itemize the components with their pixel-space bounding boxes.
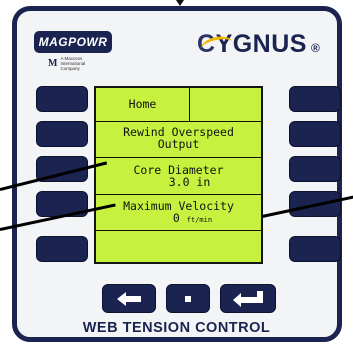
softkey-right-3[interactable]	[289, 156, 341, 182]
magpowr-logo: MAGPOWR	[34, 31, 112, 53]
registered-mark: ®	[310, 41, 320, 55]
softkey-right-5[interactable]	[289, 236, 341, 262]
lcd-screen: Home Rewind Overspeed Output Core Diamet…	[94, 86, 263, 264]
divider	[96, 121, 261, 122]
pointer-notch	[176, 0, 184, 6]
divider	[96, 230, 261, 231]
max-velocity-unit: ft/min	[186, 216, 213, 224]
softkey-right-2[interactable]	[289, 121, 341, 147]
menu-item-rewind-overspeed[interactable]: Rewind Overspeed Output	[96, 126, 261, 150]
menu-item-core-diameter[interactable]: Core Diameter 3.0 in	[96, 164, 261, 188]
enter-button[interactable]	[220, 284, 276, 313]
cygnus-logo: CYGNUS ®	[197, 30, 320, 59]
divider	[96, 157, 261, 158]
enter-icon	[233, 290, 263, 307]
footer-title: WEB TENSION CONTROL	[82, 320, 271, 336]
max-velocity-value: 0	[172, 211, 180, 225]
divider	[96, 194, 261, 195]
maxcess-tagline: A Maxcess International Company	[60, 56, 86, 71]
center-button[interactable]	[166, 284, 210, 313]
menu-item-maximum-velocity[interactable]: Maximum Velocity 0 ft/min	[96, 200, 261, 226]
maxcess-logo: M A Maxcess International Company	[48, 56, 92, 71]
menu-item-sublabel: Output	[157, 137, 200, 151]
softkey-left-1[interactable]	[36, 86, 88, 112]
softkey-left-5[interactable]	[36, 236, 88, 262]
home-menu-item[interactable]: Home	[96, 88, 190, 121]
max-velocity-readout: 0 ft/min	[96, 212, 261, 226]
dot-icon	[185, 295, 191, 302]
core-diameter-value: 3.0 in	[168, 175, 211, 189]
left-arrow-button[interactable]	[102, 284, 156, 313]
softkey-left-2[interactable]	[36, 121, 88, 147]
left-arrow-icon	[117, 291, 141, 306]
maxcess-mark-icon: M	[48, 58, 58, 69]
softkey-right-1[interactable]	[289, 86, 341, 112]
